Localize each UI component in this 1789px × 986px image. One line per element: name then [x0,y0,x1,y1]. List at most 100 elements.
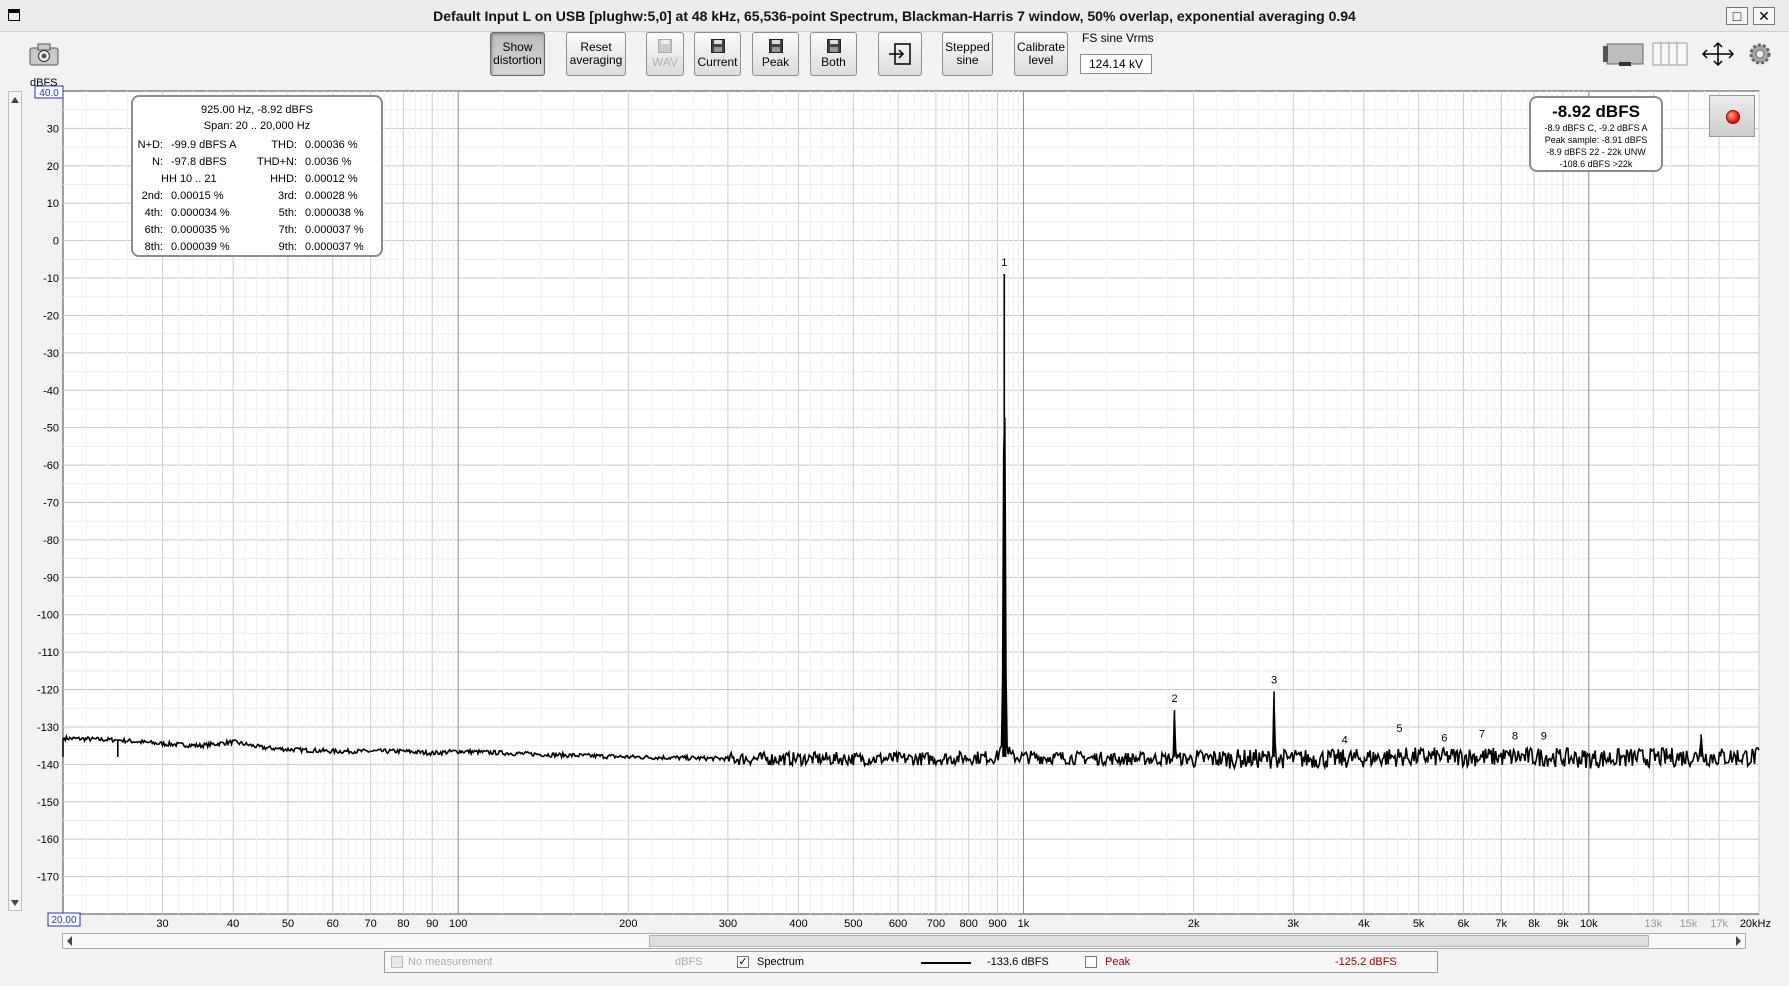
x-tick-label: 400 [789,918,807,930]
stats-row: 6th: 0.000035 % 7th: 0.000037 % [133,224,381,241]
y-tick-label: -150 [37,797,59,809]
stats-cell: 4th: [144,207,163,219]
x-tick-label: 1k [1018,918,1030,930]
x-tick-label: 90 [426,918,438,930]
stats-cell: THD: [271,139,297,151]
level-line: -8.9 dBFS C, -9.2 dBFS A [1544,123,1648,133]
x-tick-label: 60 [327,918,339,930]
harmonic-marker-label: 5 [1396,723,1402,735]
x-tick-label: 300 [719,918,737,930]
stats-cell: 6th: [144,224,163,236]
x-tick-label: 600 [889,918,907,930]
y-tick-label: -40 [43,385,59,397]
fundamental-readout: 925.00 Hz, -8.92 dBFS [201,104,313,116]
stats-cell: 2nd: [141,190,163,202]
y-tick-label: 20 [47,161,59,173]
spectrum-label: Spectrum [757,956,805,968]
level-main-value: -8.92 dBFS [1552,102,1640,121]
stats-cell: 0.000037 % [305,224,364,236]
harmonic-marker-label: 4 [1342,734,1348,746]
y-tick-label: -120 [37,685,59,697]
y-tick-label: -90 [43,572,59,584]
peak-legend-label: Peak [1105,956,1131,968]
x-tick-label: 30 [156,918,168,930]
y-tick-label: -10 [43,273,59,285]
stats-cell: THD+N: [256,156,297,168]
x-tick-label: 80 [397,918,409,930]
app-window: Default Input L on USB [plughw:5,0] at 4… [0,0,1789,986]
x-tick-label: 15k [1679,918,1697,930]
no-measurement-checkbox[interactable] [391,956,403,968]
horizontal-scrollbar[interactable] [62,933,1746,949]
span-readout: Span: 20 .. 20,000 Hz [203,120,311,132]
y-tick-label: -80 [43,535,59,547]
y-tick-label: -30 [43,348,59,360]
stats-cell: 0.000038 % [305,207,364,219]
legend-unit: dBFS [675,956,703,968]
harmonic-marker-label: 7 [1479,729,1485,741]
stats-cell: N+D: [137,139,163,151]
x-tick-label: 800 [960,918,978,930]
stats-row: 4th: 0.000034 % 5th: 0.000038 % [133,207,381,224]
y-tick-label: -70 [43,498,59,510]
x-tick-label: 50 [282,918,294,930]
stats-row: N: -97.8 dBFS THD+N: 0.0036 % [133,156,381,173]
y-tick-label: -60 [43,460,59,472]
x-tick-label: 70 [364,918,376,930]
x-tick-label: 17k [1710,918,1728,930]
x-tick-label: 100 [449,918,467,930]
stats-cell: 0.00036 % [305,139,358,151]
distortion-stats-panel: 925.00 Hz, -8.92 dBFS Span: 20 .. 20,000… [131,95,383,257]
harmonic-marker-label: 2 [1171,693,1177,705]
y-tick-label: 10 [47,198,59,210]
y-tick-label: -170 [37,872,59,884]
scroll-right-arrow-icon[interactable] [1731,933,1745,949]
harmonic-marker-label: 6 [1441,732,1447,744]
stats-cell: 3rd: [278,190,297,202]
spectrum-value: -133.6 dBFS [987,956,1049,968]
stats-cell: 9th: [278,241,297,253]
y-tick-label: -140 [37,759,59,771]
y-tick-label: 30 [47,123,59,135]
harmonic-marker-label: 3 [1271,674,1277,686]
scroll-left-arrow-icon[interactable] [63,933,77,949]
stats-row: N+D: -99.9 dBFS A THD: 0.00036 % [133,139,381,156]
x-tick-label: 200 [619,918,637,930]
stats-cell: 0.0036 % [305,156,352,168]
stats-cell: 0.000035 % [171,224,230,236]
record-button[interactable] [1709,95,1755,137]
x-tick-label: 4k [1358,918,1370,930]
x-tick-label: 8k [1528,918,1540,930]
stats-cell: 0.00015 % [171,190,224,202]
stats-cell: 8th: [144,241,163,253]
level-line: -8.9 dBFS 22 - 22k UNW [1546,147,1646,157]
horizontal-scroll-thumb[interactable] [649,935,1649,947]
spectrum-checkbox[interactable]: ✓ [737,956,749,968]
peak-checkbox[interactable] [1085,956,1097,968]
stats-cell: 0.00012 % [305,173,358,185]
stats-cell: 0.000039 % [171,241,230,253]
stats-cell: 0.00028 % [305,190,358,202]
y-tick-label: -50 [43,423,59,435]
stats-row: 2nd: 0.00015 % 3rd: 0.00028 % [133,190,381,207]
x-tick-label: 20kHz [1740,918,1771,930]
stats-cell: -99.9 dBFS A [171,139,237,151]
x-tick-label: 9k [1557,918,1569,930]
stats-cell: HHD: [270,173,297,185]
peak-value: -125.2 dBFS [1335,956,1397,968]
y-tick-label: -130 [37,722,59,734]
level-line: Peak sample: -8.91 dBFS [1544,135,1648,145]
x-tick-label: 40 [227,918,239,930]
x-tick-labels: 30 40 50 60 70 80 90 100 200 300 400 500 600 700 800 90… [156,918,1771,930]
y-tick-label: 0 [53,236,59,248]
y-tick-label: -160 [37,834,59,846]
x-tick-label: 5k [1413,918,1425,930]
x-min-value: 20.00 [51,915,76,926]
x-tick-label: 2k [1188,918,1200,930]
stats-cell: N: [152,156,163,168]
y-tick-label: -100 [37,610,59,622]
y-tick-label: -110 [38,647,59,659]
x-tick-label: 6k [1458,918,1470,930]
stats-cell: 5th: [278,207,297,219]
stats-row: 8th: 0.000039 % 9th: 0.000037 % [133,241,381,258]
